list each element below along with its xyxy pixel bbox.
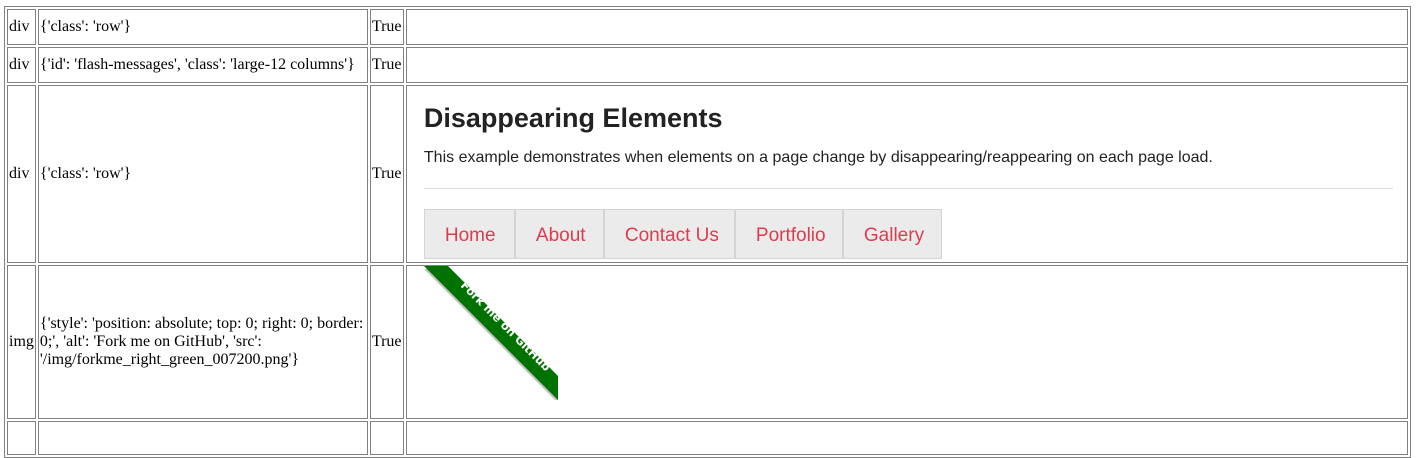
visible-cell: True	[369, 85, 404, 263]
nav-item: Gallery	[842, 208, 942, 259]
render-cell: Fork me on GitHub	[405, 265, 1408, 419]
nav-item: About	[514, 208, 604, 259]
table-row	[7, 421, 1408, 455]
visible-cell: True	[369, 265, 404, 419]
page-description: This example demonstrates when elements …	[423, 148, 1213, 166]
ribbon-graphic: Fork me on GitHub	[423, 266, 558, 400]
nav-menu: Home About Contact Us Portfolio Gallery	[423, 208, 1393, 259]
table-row: div {'id': 'flash-messages', 'class': 'l…	[7, 47, 1408, 83]
attributes-cell	[37, 421, 368, 455]
render-cell	[405, 9, 1408, 45]
visible-cell: True	[369, 47, 404, 83]
render-cell	[405, 421, 1408, 455]
divider	[423, 187, 1393, 189]
tag-cell: div	[7, 9, 36, 45]
nav-item: Contact Us	[603, 208, 735, 259]
tag-cell	[7, 421, 36, 455]
attributes-cell: {'id': 'flash-messages', 'class': 'large…	[37, 47, 368, 83]
nav-item: Home	[423, 208, 515, 259]
nav-link-about[interactable]: About	[514, 208, 604, 259]
nav-link-portfolio[interactable]: Portfolio	[734, 208, 843, 259]
rendered-page-section: Disappearing Elements This example demon…	[407, 90, 1407, 259]
attributes-cell: {'class': 'row'}	[37, 9, 368, 45]
tag-cell: div	[7, 85, 36, 263]
nav-item: Portfolio	[734, 208, 843, 259]
attributes-cell: {'style': 'position: absolute; top: 0; r…	[37, 265, 368, 419]
page-heading: Disappearing Elements	[423, 102, 723, 133]
fork-me-on-github-ribbon[interactable]: Fork me on GitHub	[423, 266, 558, 400]
tag-cell: img	[7, 265, 36, 419]
render-cell	[405, 47, 1408, 83]
attributes-cell: {'class': 'row'}	[37, 85, 368, 263]
nav-link-gallery[interactable]: Gallery	[842, 208, 942, 259]
visible-cell	[369, 421, 404, 455]
nav-link-contact-us[interactable]: Contact Us	[603, 208, 735, 259]
ribbon-text: Fork me on GitHub	[458, 278, 554, 374]
visible-cell: True	[369, 9, 404, 45]
table-row: img {'style': 'position: absolute; top: …	[7, 265, 1408, 419]
table-row: div {'class': 'row'} True Disappearing E…	[7, 85, 1408, 263]
tag-cell: div	[7, 47, 36, 83]
table-row: div {'class': 'row'} True	[7, 9, 1408, 45]
ribbon-container: Fork me on GitHub	[407, 266, 1407, 418]
nav-link-home[interactable]: Home	[423, 208, 515, 259]
render-cell: Disappearing Elements This example demon…	[405, 85, 1408, 263]
element-dump-table: div {'class': 'row'} True div {'id': 'fl…	[4, 6, 1411, 458]
